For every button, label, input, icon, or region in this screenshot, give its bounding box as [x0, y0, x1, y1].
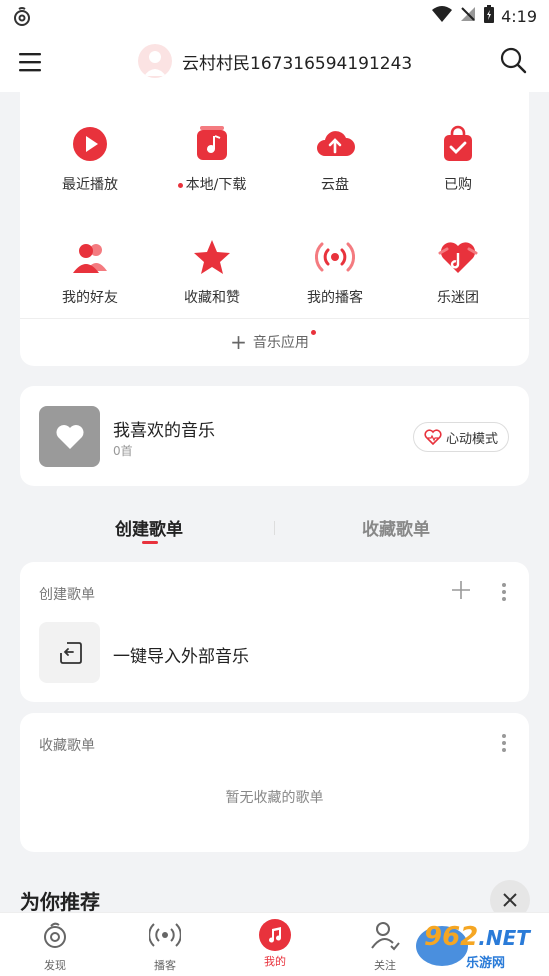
tab-created-playlists[interactable]: 创建歌单: [115, 515, 183, 540]
more-icon[interactable]: [501, 582, 507, 606]
nav-discover[interactable]: 发现: [25, 919, 85, 973]
signal-off-icon: [459, 5, 477, 27]
play-circle-icon: [70, 124, 110, 164]
heart-fans-icon: [438, 237, 478, 277]
grid-label: 云盘: [321, 177, 349, 193]
music-mine-icon: [259, 919, 291, 951]
discover-icon: [44, 922, 66, 948]
divider: [20, 318, 529, 319]
podcast-icon: [315, 237, 355, 277]
nav-label: 播客: [154, 959, 176, 972]
follow-icon: [371, 922, 400, 951]
grid-item-favorites-likes[interactable]: 收藏和赞: [157, 237, 267, 307]
battery-icon: [483, 4, 495, 28]
grid-label: 已购: [444, 177, 472, 193]
grid-label: 本地/下载: [185, 177, 247, 193]
top-bar: 云村村民167316594191243: [0, 34, 549, 92]
tab-separator: [274, 521, 275, 535]
tab-collected-playlists[interactable]: 收藏歌单: [362, 515, 430, 540]
section-title: 创建歌单: [39, 587, 95, 603]
status-time: 4:19: [501, 6, 537, 26]
new-dot: [177, 182, 183, 188]
heartbeat-icon: [424, 429, 442, 445]
music-apps-label: 音乐应用: [252, 335, 309, 351]
avatar: [138, 44, 172, 78]
menu-icon[interactable]: [18, 51, 44, 77]
empty-state-text: 暂无收藏的歌单: [225, 790, 324, 806]
watermark-sub: 乐游网: [466, 956, 506, 971]
grid-item-friends[interactable]: 我的好友: [35, 237, 145, 307]
user-profile[interactable]: 云村村民167316594191243: [138, 44, 412, 78]
friends-icon: [70, 237, 110, 277]
grid-item-purchased[interactable]: 已购: [403, 124, 513, 194]
shopping-bag-icon: [438, 124, 478, 164]
grid-item-my-podcast[interactable]: 我的播客: [280, 237, 390, 307]
liked-count: 0首: [113, 444, 133, 458]
import-music-button[interactable]: [39, 622, 100, 683]
nav-mine[interactable]: 我的: [245, 919, 305, 969]
heart-mode-button[interactable]: 心动模式: [412, 422, 509, 452]
section-title: 收藏歌单: [39, 738, 95, 754]
created-playlists-card: 创建歌单 一键导入外部音乐: [20, 562, 529, 702]
cloud-upload-icon: [315, 124, 355, 164]
recommend-title: 为你推荐: [20, 890, 100, 914]
username: 云村村民167316594191243: [182, 53, 413, 74]
grid-label: 我的好友: [62, 290, 118, 306]
collected-playlists-card: 收藏歌单 暂无收藏的歌单: [20, 713, 529, 852]
nav-podcast[interactable]: 播客: [135, 919, 195, 973]
netease-notification-icon: [10, 5, 34, 33]
music-apps-button[interactable]: + 音乐应用: [20, 330, 529, 354]
music-note-icon: [192, 124, 232, 164]
status-bar: 4:19: [0, 0, 549, 34]
podcast-nav-icon: [148, 923, 182, 947]
close-icon: [503, 893, 517, 907]
star-icon: [192, 237, 232, 277]
site-watermark: 962.NET 乐游网: [412, 920, 546, 972]
grid-label: 我的播客: [307, 290, 363, 306]
grid-label: 乐迷团: [437, 290, 479, 306]
import-music-label[interactable]: 一键导入外部音乐: [113, 642, 249, 667]
quick-access-card: 最近播放 本地/下载 云盘 已购 我的好友 收藏和赞 我的播客 乐迷团 + 音乐…: [20, 92, 529, 366]
liked-title: 我喜欢的音乐: [113, 421, 215, 441]
liked-music-card[interactable]: 我喜欢的音乐 0首 心动模式: [20, 386, 529, 486]
grid-item-recent[interactable]: 最近播放: [35, 124, 145, 194]
plus-icon: +: [230, 330, 247, 354]
more-icon[interactable]: [501, 733, 507, 757]
nav-label: 关注: [374, 959, 396, 972]
new-dot: [310, 330, 316, 335]
add-playlist-icon[interactable]: [451, 580, 471, 604]
liked-cover: [39, 406, 100, 467]
nav-label: 发现: [44, 959, 66, 972]
search-icon[interactable]: [499, 46, 527, 78]
watermark-digits: 962: [424, 922, 479, 952]
nav-label: 我的: [264, 955, 286, 968]
heart-icon: [56, 424, 83, 449]
heart-mode-label: 心动模式: [445, 431, 498, 447]
grid-label: 最近播放: [62, 177, 118, 193]
wifi-icon: [431, 5, 453, 27]
grid-item-cloud[interactable]: 云盘: [280, 124, 390, 194]
grid-item-fan-club[interactable]: 乐迷团: [403, 237, 513, 307]
grid-label: 收藏和赞: [184, 290, 240, 306]
grid-item-local-download[interactable]: 本地/下载: [157, 124, 267, 194]
import-icon: [59, 641, 82, 664]
watermark-suffix: .NET: [478, 926, 530, 950]
playlist-tabs: 创建歌单 收藏歌单: [20, 505, 529, 549]
tab-indicator: [142, 541, 158, 544]
nav-follow[interactable]: 关注: [355, 919, 415, 973]
